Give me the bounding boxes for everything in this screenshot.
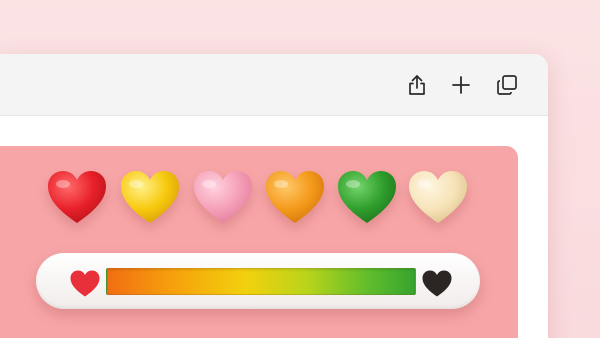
tabs-overview-button[interactable] [494,72,520,98]
heart-swatch-red[interactable] [47,170,107,226]
share-icon [409,75,425,95]
heart-swatch-green[interactable] [337,170,397,226]
tabs-overview-icon [497,75,517,95]
heart-icon [48,171,106,223]
heart-icon [121,171,179,223]
plus-icon [452,76,470,94]
heart-icon [409,171,467,223]
heart-icon [422,270,452,298]
heart-swatch-orange[interactable] [265,170,325,226]
heart-icon [70,270,100,298]
heart-icon [266,171,324,223]
heart-swatch-yellow[interactable] [120,170,180,226]
heart-icon [338,171,396,223]
gradient-slider-track[interactable] [106,268,416,295]
share-button[interactable] [404,72,430,98]
heart-swatch-pink[interactable] [193,170,253,226]
toolbar [0,54,548,116]
new-tab-button[interactable] [448,72,474,98]
heart-icon [194,171,252,223]
heart-swatch-cream[interactable] [408,170,468,226]
